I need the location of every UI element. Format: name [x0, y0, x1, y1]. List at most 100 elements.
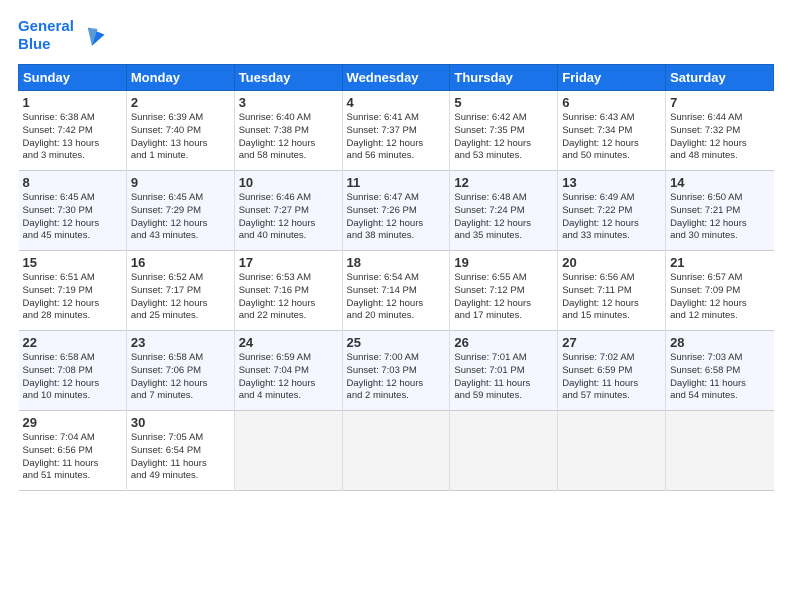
day-info-line: Daylight: 13 hours [23, 138, 122, 151]
calendar-cell: 19Sunrise: 6:55 AMSunset: 7:12 PMDayligh… [450, 251, 558, 331]
day-info-line: Daylight: 11 hours [23, 458, 122, 471]
calendar-cell: 11Sunrise: 6:47 AMSunset: 7:26 PMDayligh… [342, 171, 450, 251]
day-info-line: Sunrise: 7:01 AM [454, 352, 553, 365]
day-info-line: Sunrise: 6:46 AM [239, 192, 338, 205]
calendar-table: SundayMondayTuesdayWednesdayThursdayFrid… [18, 64, 774, 491]
day-info-line: Daylight: 12 hours [347, 138, 446, 151]
col-header-thursday: Thursday [450, 65, 558, 91]
day-info-line: Daylight: 12 hours [131, 378, 230, 391]
day-info-line: Sunset: 7:11 PM [562, 285, 661, 298]
day-info-line: and 4 minutes. [239, 390, 338, 403]
day-info-line: and 53 minutes. [454, 150, 553, 163]
day-info-line: Sunrise: 7:03 AM [670, 352, 769, 365]
day-info-line: Sunrise: 6:44 AM [670, 112, 769, 125]
day-info-line: and 51 minutes. [23, 470, 122, 483]
day-info-line: Sunrise: 6:58 AM [23, 352, 122, 365]
day-info-line: and 17 minutes. [454, 310, 553, 323]
day-info-line: Sunrise: 6:54 AM [347, 272, 446, 285]
calendar-cell: 7Sunrise: 6:44 AMSunset: 7:32 PMDaylight… [666, 91, 774, 171]
day-info-line: Sunrise: 6:59 AM [239, 352, 338, 365]
day-info-line: Daylight: 12 hours [562, 218, 661, 231]
day-info-line: Daylight: 11 hours [454, 378, 553, 391]
day-info-line: Sunset: 6:59 PM [562, 365, 661, 378]
day-number: 16 [131, 255, 230, 270]
day-info-line: Sunset: 7:26 PM [347, 205, 446, 218]
calendar-cell: 12Sunrise: 6:48 AMSunset: 7:24 PMDayligh… [450, 171, 558, 251]
calendar-cell: 27Sunrise: 7:02 AMSunset: 6:59 PMDayligh… [558, 331, 666, 411]
day-info-line: Sunrise: 7:02 AM [562, 352, 661, 365]
day-number: 13 [562, 175, 661, 190]
col-header-wednesday: Wednesday [342, 65, 450, 91]
calendar-cell: 6Sunrise: 6:43 AMSunset: 7:34 PMDaylight… [558, 91, 666, 171]
day-number: 30 [131, 415, 230, 430]
calendar-cell: 9Sunrise: 6:45 AMSunset: 7:29 PMDaylight… [126, 171, 234, 251]
day-info-line: Sunrise: 7:04 AM [23, 432, 122, 445]
day-number: 22 [23, 335, 122, 350]
day-info-line: and 20 minutes. [347, 310, 446, 323]
day-info-line: Daylight: 12 hours [131, 298, 230, 311]
day-number: 29 [23, 415, 122, 430]
calendar-cell: 3Sunrise: 6:40 AMSunset: 7:38 PMDaylight… [234, 91, 342, 171]
day-info-line: Sunrise: 6:51 AM [23, 272, 122, 285]
day-info-line: and 7 minutes. [131, 390, 230, 403]
day-info-line: Daylight: 12 hours [454, 218, 553, 231]
day-info-line: Sunrise: 6:55 AM [454, 272, 553, 285]
day-info-line: Daylight: 12 hours [239, 298, 338, 311]
day-info-line: Sunrise: 7:05 AM [131, 432, 230, 445]
day-info-line: Sunrise: 6:47 AM [347, 192, 446, 205]
day-info-line: and 33 minutes. [562, 230, 661, 243]
calendar-cell: 13Sunrise: 6:49 AMSunset: 7:22 PMDayligh… [558, 171, 666, 251]
day-info-line: Daylight: 12 hours [347, 218, 446, 231]
calendar-cell: 28Sunrise: 7:03 AMSunset: 6:58 PMDayligh… [666, 331, 774, 411]
calendar-week-2: 8Sunrise: 6:45 AMSunset: 7:30 PMDaylight… [19, 171, 774, 251]
day-info-line: Sunrise: 6:39 AM [131, 112, 230, 125]
day-number: 9 [131, 175, 230, 190]
day-info-line: Sunset: 7:04 PM [239, 365, 338, 378]
day-info-line: Sunset: 7:38 PM [239, 125, 338, 138]
day-info-line: Sunset: 7:03 PM [347, 365, 446, 378]
calendar-cell [342, 411, 450, 491]
calendar-cell: 29 Sunrise: 7:04 AMSunset: 6:56 PMDayligh… [19, 411, 127, 491]
day-info-line: Sunset: 7:19 PM [23, 285, 122, 298]
day-info-line: Sunrise: 6:58 AM [131, 352, 230, 365]
calendar-cell: 22Sunrise: 6:58 AMSunset: 7:08 PMDayligh… [19, 331, 127, 411]
day-number: 15 [23, 255, 122, 270]
day-info-line: Sunrise: 6:42 AM [454, 112, 553, 125]
day-info-line: and 49 minutes. [131, 470, 230, 483]
day-info-line: Sunrise: 6:48 AM [454, 192, 553, 205]
calendar-cell: 18Sunrise: 6:54 AMSunset: 7:14 PMDayligh… [342, 251, 450, 331]
calendar-cell [450, 411, 558, 491]
day-number: 3 [239, 95, 338, 110]
day-info-line: Daylight: 12 hours [239, 138, 338, 151]
page-header: GeneralBlue [18, 18, 774, 54]
day-number: 12 [454, 175, 553, 190]
day-info-line: Daylight: 12 hours [562, 298, 661, 311]
day-info-line: Sunset: 7:32 PM [670, 125, 769, 138]
day-info-line: Sunrise: 6:53 AM [239, 272, 338, 285]
calendar-cell: 1Sunrise: 6:38 AMSunset: 7:42 PMDaylight… [19, 91, 127, 171]
day-info-line: and 25 minutes. [131, 310, 230, 323]
day-info-line: Daylight: 12 hours [562, 138, 661, 151]
day-info-line: Daylight: 12 hours [131, 218, 230, 231]
day-info-line: Sunrise: 6:38 AM [23, 112, 122, 125]
col-header-friday: Friday [558, 65, 666, 91]
day-info-line: Sunset: 6:58 PM [670, 365, 769, 378]
day-info-line: Sunset: 7:30 PM [23, 205, 122, 218]
calendar-cell [558, 411, 666, 491]
day-number: 2 [131, 95, 230, 110]
day-number: 23 [131, 335, 230, 350]
day-info-line: Sunset: 7:21 PM [670, 205, 769, 218]
day-info-line: Sunset: 7:17 PM [131, 285, 230, 298]
day-info-line: Sunset: 6:56 PM [23, 445, 122, 458]
day-number: 17 [239, 255, 338, 270]
day-number: 28 [670, 335, 769, 350]
calendar-cell: 30Sunrise: 7:05 AMSunset: 6:54 PMDayligh… [126, 411, 234, 491]
day-info-line: Sunset: 7:22 PM [562, 205, 661, 218]
calendar-cell: 21Sunrise: 6:57 AMSunset: 7:09 PMDayligh… [666, 251, 774, 331]
day-info-line: Daylight: 12 hours [23, 378, 122, 391]
day-info-line: and 43 minutes. [131, 230, 230, 243]
day-number: 8 [23, 175, 122, 190]
day-info-line: and 58 minutes. [239, 150, 338, 163]
day-info-line: Sunset: 7:40 PM [131, 125, 230, 138]
calendar-cell: 2Sunrise: 6:39 AMSunset: 7:40 PMDaylight… [126, 91, 234, 171]
